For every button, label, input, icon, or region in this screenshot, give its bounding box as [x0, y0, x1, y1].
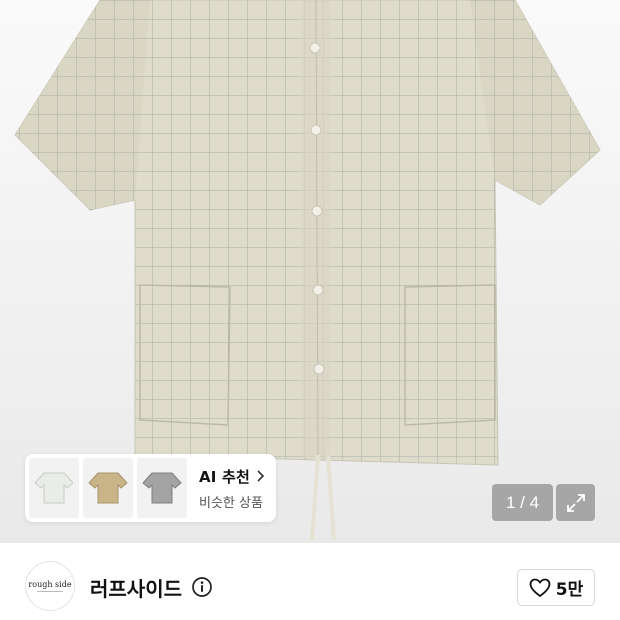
- ai-recommend-card[interactable]: AI 추천 비슷한 상품: [25, 454, 276, 522]
- recommend-thumb-1[interactable]: [29, 458, 79, 518]
- product-image[interactable]: AI 추천 비슷한 상품 1 / 4: [0, 0, 620, 543]
- ai-recommend-text: AI 추천 비슷한 상품: [199, 466, 265, 511]
- recommend-thumb-3[interactable]: [137, 458, 187, 518]
- brand-bar: rough side 러프사이드 5만: [0, 543, 620, 620]
- expand-image-button[interactable]: [556, 484, 595, 521]
- brand-logo-text: rough side: [28, 580, 72, 589]
- shirt-thumb-icon: [88, 472, 128, 504]
- shirt-thumb-icon: [34, 472, 74, 504]
- like-button[interactable]: 5만: [517, 569, 595, 606]
- info-circle-icon[interactable]: [191, 576, 213, 598]
- ai-recommend-subtitle: 비슷한 상품: [199, 495, 263, 511]
- logo-divider: [37, 591, 63, 592]
- brand-logo[interactable]: rough side: [25, 561, 75, 611]
- image-pager: 1 / 4: [492, 484, 553, 521]
- ai-recommend-title: AI 추천: [199, 467, 251, 486]
- like-count: 5만: [555, 580, 584, 600]
- chevron-right-icon: [256, 469, 265, 483]
- shirt-thumb-icon: [142, 472, 182, 504]
- recommend-thumb-2[interactable]: [83, 458, 133, 518]
- expand-diagonal-icon: [566, 493, 585, 512]
- heart-outline-icon: [529, 578, 551, 597]
- brand-name[interactable]: 러프사이드: [90, 573, 182, 602]
